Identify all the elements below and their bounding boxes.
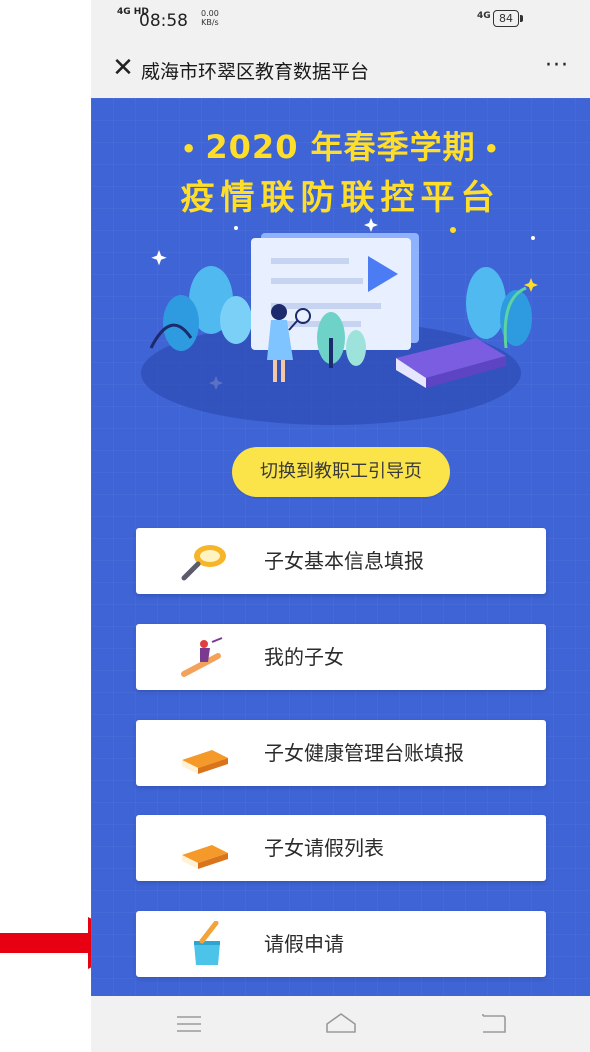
- page-title: 威海市环翠区教育数据平台: [141, 61, 370, 83]
- phone-screen: 4G HD 08:58 0.00 KB/s 4G 84 ✕ 威海市环翠区教育数据…: [91, 0, 590, 1052]
- network-speed-value: 0.00: [201, 9, 219, 18]
- plants-right: [466, 267, 532, 349]
- pencil-rider-icon: [181, 637, 223, 677]
- menu-item-label: 请假申请: [264, 932, 344, 956]
- bullet-dot: •: [181, 135, 198, 163]
- network-type: 4G: [477, 11, 491, 21]
- more-options-button[interactable]: ···: [537, 52, 577, 80]
- switch-to-staff-guide-button[interactable]: 切换到教职工引导页: [232, 447, 450, 497]
- star-dot: [450, 227, 456, 233]
- system-nav-bar: [91, 996, 590, 1052]
- status-bar: 4G HD 08:58 0.00 KB/s 4G 84: [91, 0, 590, 40]
- menu-item-label: 子女健康管理台账填报: [264, 741, 464, 765]
- menu-item-label: 子女请假列表: [264, 836, 384, 860]
- menu-item-label: 子女基本信息填报: [264, 549, 424, 573]
- menu-item-my-children[interactable]: 我的子女: [136, 624, 546, 690]
- battery-icon: 84: [493, 10, 523, 27]
- magnifier-icon: [181, 545, 226, 581]
- menu-item-label: 我的子女: [264, 645, 344, 669]
- status-time: 08:58: [139, 11, 188, 31]
- back-icon[interactable]: [471, 1006, 515, 1042]
- menu-item-child-leave-list[interactable]: 子女请假列表: [136, 815, 546, 881]
- book-icon: [182, 750, 228, 774]
- pencil-cup-icon: [194, 921, 220, 965]
- menu-icon[interactable]: [167, 1006, 211, 1042]
- home-icon[interactable]: [319, 1006, 363, 1042]
- hero-line1-text: 2020 年春季学期: [205, 128, 476, 166]
- menu-item-child-basic-info[interactable]: 子女基本信息填报: [136, 528, 546, 594]
- menu-item-child-health-ledger[interactable]: 子女健康管理台账填报: [136, 720, 546, 786]
- star-dot: [524, 278, 538, 292]
- network-speed-unit: KB/s: [201, 18, 219, 27]
- bullet-dot: •: [483, 135, 500, 163]
- hero-title-line1: • 2020 年春季学期 •: [91, 122, 590, 168]
- title-bar: ✕ 威海市环翠区教育数据平台 ···: [91, 40, 590, 98]
- menu-item-leave-application[interactable]: 请假申请: [136, 911, 546, 977]
- network-speed: 0.00 KB/s: [201, 9, 219, 27]
- close-icon[interactable]: ✕: [109, 54, 137, 82]
- book-icon: [182, 845, 228, 869]
- main-content: • 2020 年春季学期 • 疫情联防联控平台 切换到教职工引导页 子女基本信息…: [91, 98, 590, 996]
- hero-illustration: [141, 218, 538, 425]
